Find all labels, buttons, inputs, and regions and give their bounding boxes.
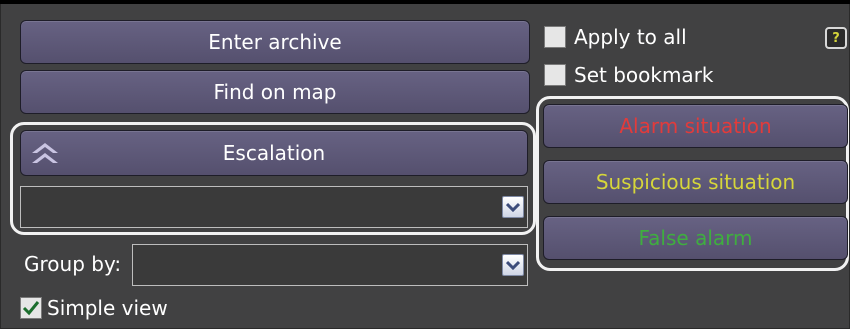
alarm-situation-button[interactable]: Alarm situation — [543, 104, 848, 148]
apply-to-all-label: Apply to all — [574, 25, 687, 49]
simple-view-label: Simple view — [47, 296, 168, 320]
false-alarm-button[interactable]: False alarm — [543, 216, 848, 260]
help-button[interactable]: ? — [825, 27, 847, 49]
false-alarm-label: False alarm — [638, 226, 753, 250]
question-mark-icon: ? — [832, 30, 840, 46]
suspicious-situation-label: Suspicious situation — [595, 170, 796, 194]
top-border — [0, 0, 850, 4]
chevron-down-icon[interactable] — [502, 254, 524, 276]
enter-archive-button[interactable]: Enter archive — [20, 20, 530, 64]
double-chevron-up-icon — [31, 142, 59, 166]
enter-archive-label: Enter archive — [208, 30, 342, 54]
set-bookmark-checkbox[interactable] — [544, 64, 566, 86]
find-on-map-label: Find on map — [213, 80, 337, 104]
escalation-label: Escalation — [222, 141, 326, 165]
group-by-select[interactable] — [132, 244, 528, 286]
simple-view-checkbox[interactable] — [20, 297, 42, 319]
suspicious-situation-button[interactable]: Suspicious situation — [543, 160, 848, 204]
escalation-button[interactable]: Escalation — [20, 130, 528, 176]
find-on-map-button[interactable]: Find on map — [20, 70, 530, 114]
checkmark-icon — [22, 299, 40, 321]
escalation-select[interactable] — [20, 186, 528, 228]
set-bookmark-label: Set bookmark — [574, 63, 714, 87]
group-by-label: Group by: — [24, 252, 122, 276]
apply-to-all-checkbox[interactable] — [544, 26, 566, 48]
alarm-situation-label: Alarm situation — [619, 114, 772, 138]
chevron-down-icon[interactable] — [502, 196, 524, 218]
